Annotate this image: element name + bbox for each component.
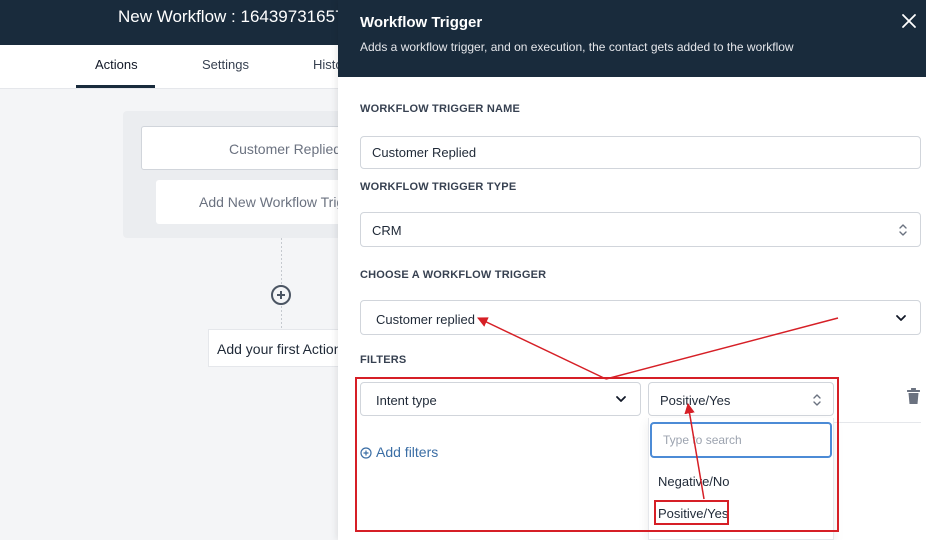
- trash-icon[interactable]: [906, 388, 921, 405]
- sort-arrows-icon: [899, 224, 907, 236]
- filters-label: FILTERS: [360, 354, 407, 366]
- trigger-type-select[interactable]: CRM: [360, 212, 921, 247]
- trigger-type-label: WORKFLOW TRIGGER TYPE: [360, 181, 517, 193]
- close-icon[interactable]: [900, 12, 918, 30]
- plus-circle-icon: [360, 447, 372, 459]
- dropdown-search-input[interactable]: [650, 422, 832, 458]
- trigger-name-input[interactable]: [360, 136, 921, 169]
- chevron-down-icon: [616, 396, 626, 402]
- drawer-subtitle: Adds a workflow trigger, and on executio…: [360, 40, 794, 54]
- active-tab-indicator: [76, 85, 155, 88]
- dropdown-option-positive[interactable]: Positive/Yes: [658, 506, 728, 521]
- filter-value-selected: Positive/Yes: [660, 393, 731, 408]
- drawer-header: Workflow Trigger Adds a workflow trigger…: [338, 0, 926, 77]
- drawer-title: Workflow Trigger: [360, 14, 483, 31]
- sort-arrows-icon: [813, 394, 821, 406]
- trigger-type-value: CRM: [372, 223, 402, 238]
- filter-value-select[interactable]: Positive/Yes: [648, 382, 834, 416]
- workflow-connector: [281, 238, 282, 328]
- choose-trigger-value: Customer replied: [376, 312, 475, 327]
- filter-field-value: Intent type: [376, 393, 437, 408]
- choose-trigger-label: CHOOSE A WORKFLOW TRIGGER: [360, 269, 547, 281]
- choose-trigger-select[interactable]: Customer replied: [360, 300, 921, 335]
- first-action-node[interactable]: Add your first Action: [208, 329, 348, 367]
- add-filters-label: Add filters: [376, 444, 439, 460]
- tab-settings[interactable]: Settings: [202, 57, 249, 72]
- add-step-icon[interactable]: [271, 285, 291, 305]
- chevron-down-icon: [896, 315, 906, 321]
- add-filters-button[interactable]: Add filters: [360, 444, 438, 460]
- filter-field-select[interactable]: Intent type: [360, 382, 641, 416]
- dropdown-option-negative[interactable]: Negative/No: [658, 474, 730, 489]
- workflow-trigger-drawer: Workflow Trigger Adds a workflow trigger…: [338, 0, 926, 540]
- tab-actions[interactable]: Actions: [95, 57, 138, 72]
- workflow-title: New Workflow : 16439731657: [118, 7, 345, 26]
- trigger-name-label: WORKFLOW TRIGGER NAME: [360, 103, 521, 115]
